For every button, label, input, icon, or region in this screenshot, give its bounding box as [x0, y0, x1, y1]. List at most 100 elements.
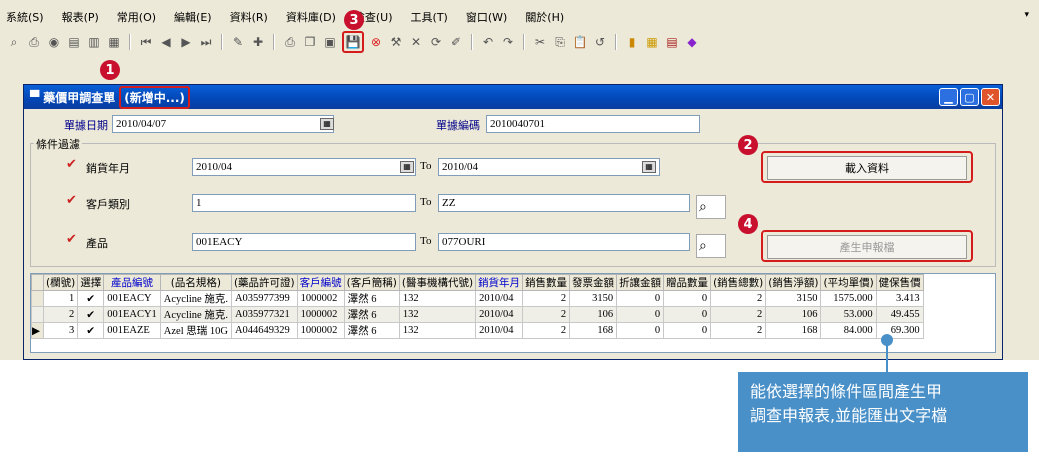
print-icon[interactable]: ⎙	[26, 34, 42, 50]
table-cell[interactable]: 澤然 6	[343, 290, 400, 307]
select-checkbox[interactable]: ✔	[77, 290, 105, 307]
table-cell[interactable]: 2	[522, 306, 571, 323]
copy2-icon[interactable]: ⎘	[552, 34, 568, 50]
product-from[interactable]	[192, 233, 416, 251]
column-header[interactable]: (醫事機構代號)	[398, 274, 477, 291]
table-cell[interactable]: 2	[710, 290, 767, 307]
column-header[interactable]: 贈品數量	[663, 274, 712, 291]
table-cell[interactable]: 1	[42, 290, 79, 307]
table-cell[interactable]: 2010/04	[475, 306, 524, 323]
product-checkbox[interactable]: ✔	[66, 233, 79, 247]
undo2-icon[interactable]: ↺	[592, 34, 608, 50]
column-header[interactable]: 銷貨年月	[475, 274, 524, 291]
table-cell[interactable]: 3	[42, 322, 79, 339]
column-header[interactable]: 折讓金額	[616, 274, 665, 291]
menu-item[interactable]: 資料庫(D)	[286, 9, 336, 25]
table-cell[interactable]: 0	[663, 306, 712, 323]
product-to[interactable]	[438, 233, 690, 251]
column-header[interactable]: 選擇	[77, 274, 105, 291]
row-indicator[interactable]	[31, 306, 44, 323]
menu-item[interactable]: 報表(P)	[62, 9, 99, 25]
prev-icon[interactable]: ◀	[158, 34, 174, 50]
column-header[interactable]: 健保售價	[875, 274, 924, 291]
table-cell[interactable]: 3.413	[875, 290, 924, 307]
gem-icon[interactable]: ◆	[684, 34, 700, 50]
table-cell[interactable]: 0	[616, 290, 665, 307]
table-cell[interactable]: Azel 思瑞 10G	[159, 322, 232, 339]
menu-item[interactable]: 窗口(W)	[466, 9, 507, 25]
table-cell[interactable]: 106	[765, 306, 822, 323]
menu-item[interactable]: 編輯(E)	[174, 9, 212, 25]
calendar-icon[interactable]: ▦	[320, 118, 334, 130]
table-cell[interactable]: 1000002	[296, 322, 345, 339]
table-cell[interactable]: 2010/04	[475, 322, 524, 339]
row-indicator[interactable]: ▶	[31, 322, 44, 339]
calendar-icon[interactable]: ▦	[644, 34, 660, 50]
table-cell[interactable]: Acycline 施克.	[159, 306, 232, 323]
calendar-icon[interactable]: ▦	[642, 161, 656, 173]
table-cell[interactable]: 132	[398, 322, 477, 339]
column-header[interactable]: 客戶編號	[296, 274, 345, 291]
binoculars-icon[interactable]: ⌕	[6, 34, 22, 50]
table-cell[interactable]: 168	[569, 322, 618, 339]
table-cell[interactable]: 澤然 6	[343, 322, 400, 339]
redo-icon[interactable]: ↷	[500, 34, 516, 50]
table-cell[interactable]: 1575.000	[820, 290, 877, 307]
table-cell[interactable]: 132	[398, 306, 477, 323]
doc-no-field[interactable]	[486, 115, 700, 133]
menu-item[interactable]: 關於(H)	[525, 9, 564, 25]
select-checkbox[interactable]: ✔	[77, 322, 105, 339]
table-row[interactable]: ▶ 3 ✔ 001EAZE Azel 思瑞 10G A044649329 1000002 澤然…	[31, 322, 924, 339]
menu-item[interactable]: 資料(R)	[230, 9, 268, 25]
table-cell[interactable]: 2010/04	[475, 290, 524, 307]
sales-month-from[interactable]	[192, 158, 416, 176]
cut-icon[interactable]: ✂	[532, 34, 548, 50]
cancel-icon[interactable]: ⊗	[368, 34, 384, 50]
binoculars-icon[interactable]: ⌕	[696, 195, 726, 219]
table-cell[interactable]: 2	[42, 306, 79, 323]
maximize-button[interactable]: ▢	[960, 88, 979, 106]
attach-icon[interactable]: ✐	[448, 34, 464, 50]
table-cell[interactable]: 53.000	[820, 306, 877, 323]
table-cell[interactable]: 3150	[569, 290, 618, 307]
table-cell[interactable]: 132	[398, 290, 477, 307]
column-header[interactable]: 發票金額	[569, 274, 618, 291]
paste-icon[interactable]: ▣	[322, 34, 338, 50]
new-icon[interactable]: ✚	[250, 34, 266, 50]
customer-type-checkbox[interactable]: ✔	[66, 194, 79, 208]
save-icon[interactable]: 💾	[342, 31, 364, 53]
table-cell[interactable]: 0	[616, 306, 665, 323]
table-cell[interactable]: Acycline 施克.	[159, 290, 232, 307]
paste2-icon[interactable]: 📋	[572, 34, 588, 50]
table-cell[interactable]: 1000002	[296, 290, 345, 307]
last-icon[interactable]: ⏭	[198, 34, 214, 50]
preview-icon[interactable]: ◉	[46, 34, 62, 50]
table-cell[interactable]: 001EACY	[103, 290, 161, 307]
column-header[interactable]: (藥品許可證)	[230, 274, 298, 291]
table-cell[interactable]: 168	[765, 322, 822, 339]
menu-item[interactable]: 系統(S)	[6, 9, 44, 25]
select-checkbox[interactable]: ✔	[77, 306, 105, 323]
sales-month-checkbox[interactable]: ✔	[66, 158, 79, 172]
column-header[interactable]: 銷售數量	[522, 274, 571, 291]
column-header[interactable]: (平均單價)	[820, 274, 877, 291]
minimize-button[interactable]: ▁	[939, 88, 958, 106]
book-icon[interactable]: ▤	[664, 34, 680, 50]
table-cell[interactable]: 001EAZE	[103, 322, 161, 339]
menu-item[interactable]: 工具(T)	[411, 9, 448, 25]
menu-overflow-icon[interactable]: ▾	[1024, 10, 1029, 20]
column-header[interactable]: 產品編號	[103, 274, 161, 291]
next-icon[interactable]: ▶	[178, 34, 194, 50]
form-icon[interactable]: ▤	[66, 34, 82, 50]
column-header[interactable]: (銷售總數)	[710, 274, 767, 291]
edit-icon[interactable]: ✎	[230, 34, 246, 50]
table-cell[interactable]: 澤然 6	[343, 306, 400, 323]
column-header[interactable]: (品名規格)	[159, 274, 232, 291]
tools-icon[interactable]: ⚒	[388, 34, 404, 50]
undo-icon[interactable]: ↶	[480, 34, 496, 50]
menu-item[interactable]: 常用(O)	[117, 9, 156, 25]
table-cell[interactable]: 3150	[765, 290, 822, 307]
table-cell[interactable]: 84.000	[820, 322, 877, 339]
table-cell[interactable]: 001EACY1	[103, 306, 161, 323]
table-icon[interactable]: ▦	[106, 34, 122, 50]
